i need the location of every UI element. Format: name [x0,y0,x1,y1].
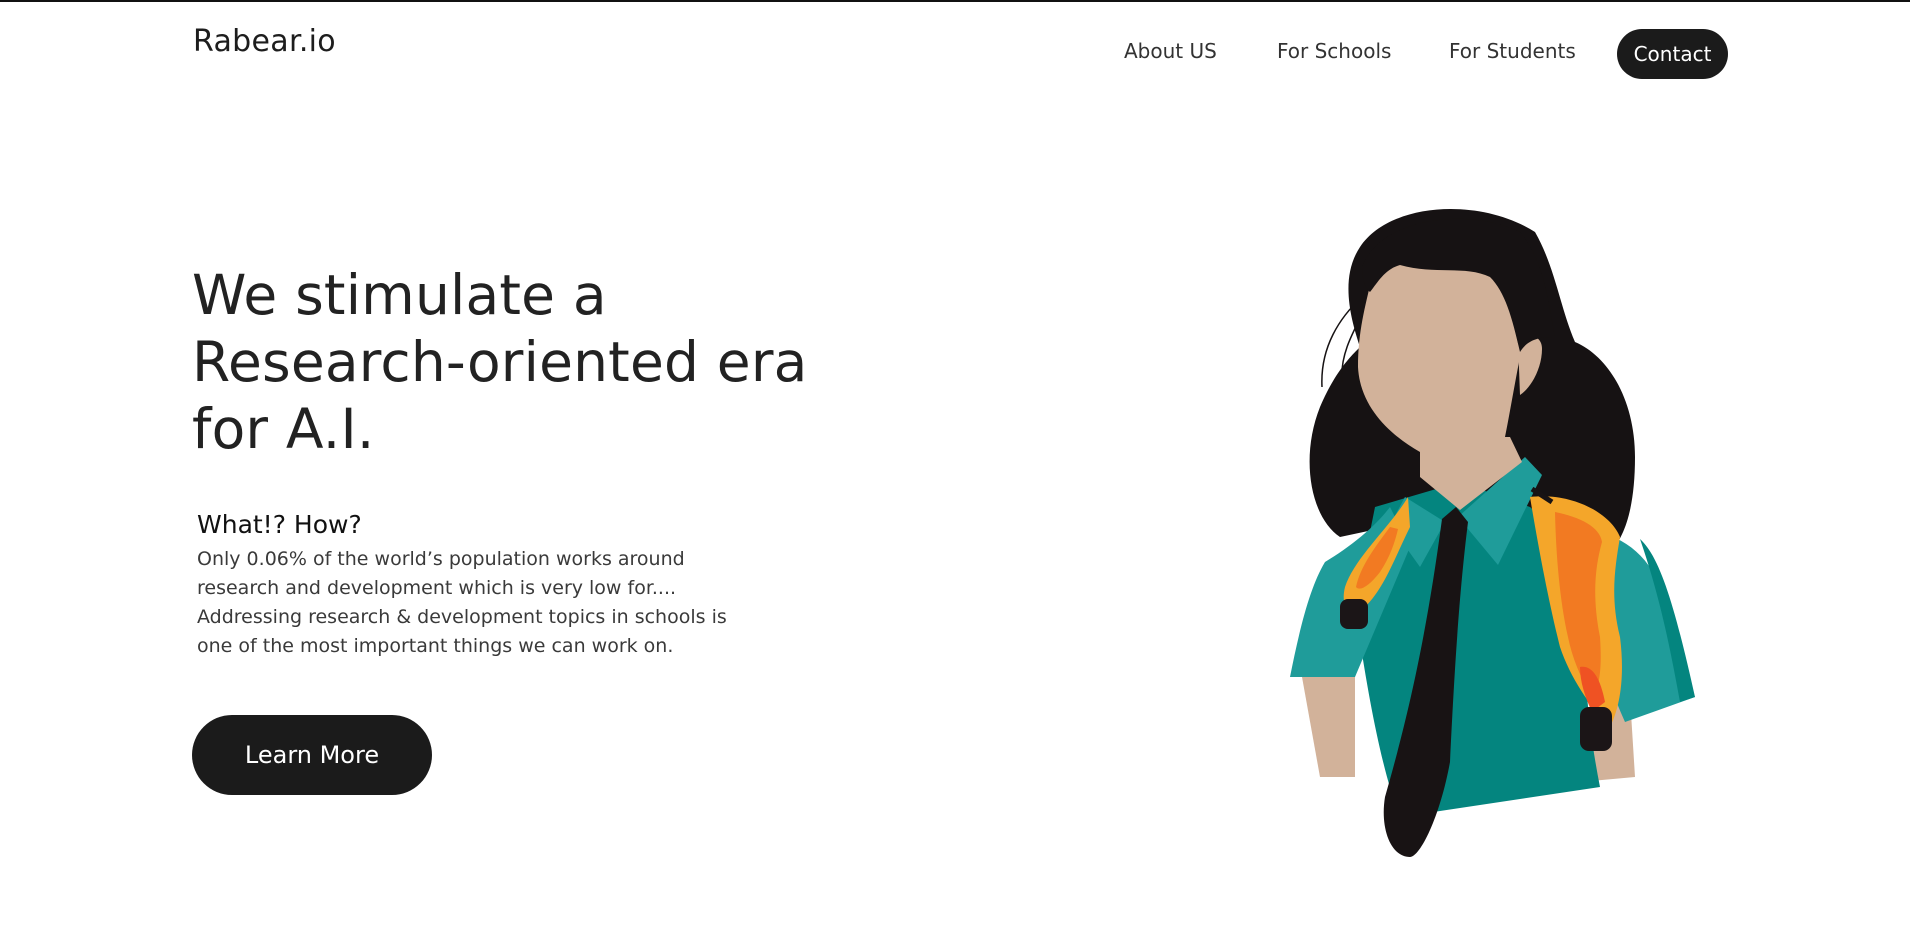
nav-link-for-schools[interactable]: For Schools [1277,39,1391,63]
brand-logo[interactable]: Rabear.io [193,24,336,59]
description-line: one of the most important things we can … [197,635,674,657]
description-line: research and development which is very l… [197,577,677,599]
backpack-buckle-right [1580,707,1612,751]
learn-more-button[interactable]: Learn More [192,715,432,795]
description-line: Only 0.06% of the world’s population wor… [197,548,685,570]
hero-title-line: for A.I. [192,397,375,461]
hero-title-line: We stimulate a [192,263,607,327]
hero-description: Only 0.06% of the world’s population wor… [197,545,757,661]
hero-subheading: What!? How? [197,510,362,539]
contact-button[interactable]: Contact [1617,29,1728,79]
hero-title-line: Research-oriented era [192,330,808,394]
nav-link-about-us[interactable]: About US [1124,39,1217,63]
landing-page: Rabear.io About US For Schools For Stude… [0,0,1910,949]
backpack-buckle-left [1340,599,1368,629]
nav-link-for-students[interactable]: For Students [1449,39,1576,63]
left-arm [1302,677,1355,777]
hero-title: We stimulate a Research-oriented era for… [192,262,892,463]
student-with-backpack-illustration [1290,209,1695,857]
top-navigation: About US For Schools For Students Contac… [1100,29,1730,81]
description-line: Addressing research & development topics… [197,606,727,628]
